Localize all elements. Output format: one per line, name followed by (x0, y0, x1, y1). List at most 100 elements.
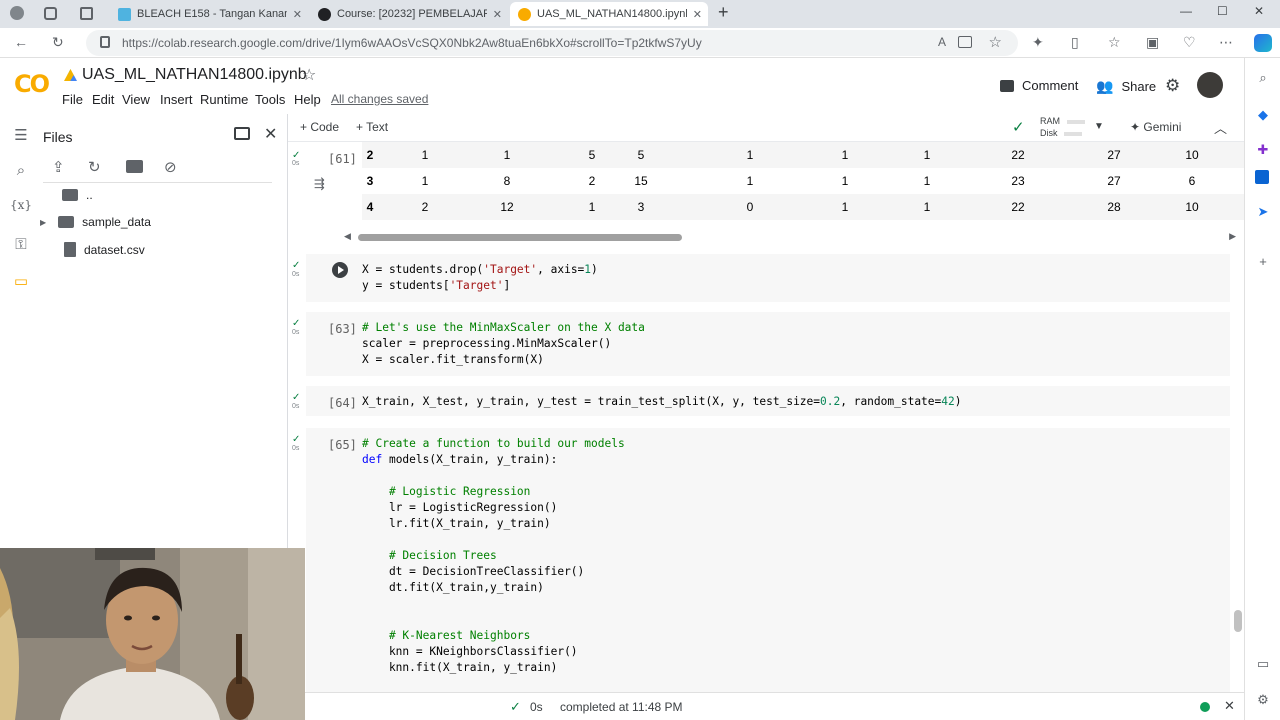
code-editor[interactable]: # Let's use the MinMaxScaler on the X da… (362, 320, 645, 368)
chevron-right-icon[interactable]: ▶ (40, 218, 46, 227)
file-tree-parent[interactable]: .. (62, 188, 93, 202)
settings-icon[interactable]: ⚙ (1165, 76, 1180, 96)
close-panel-icon[interactable]: ✕ (264, 124, 277, 144)
settings-gear-icon[interactable]: ⚙ (1255, 692, 1271, 708)
code-token: X = students.drop( (362, 263, 484, 276)
dataframe-cell: 10 (1185, 148, 1199, 162)
scroll-thumb[interactable] (358, 234, 682, 241)
menu-tools[interactable]: Tools (255, 92, 285, 107)
secrets-key-icon[interactable]: ⚿ (10, 236, 32, 258)
close-status-icon[interactable]: ✕ (1224, 698, 1235, 714)
output-cell-61[interactable]: ✓ 0s [61] ⇶ 2 1 1 5 5 1 1 1 22 27 10 3 1 8 2 15 1 1 1 23 27 6… (292, 142, 1244, 252)
shopping-tag-icon[interactable]: ◆ (1255, 107, 1271, 123)
search-icon[interactable]: ⌕ (1255, 70, 1271, 86)
comment-button[interactable]: Comment (1000, 78, 1078, 93)
app-available-icon[interactable] (958, 36, 972, 48)
maximize-icon[interactable]: ☐ (1217, 4, 1228, 18)
code-line: # Decision Trees (362, 548, 625, 564)
collections-icon[interactable]: ▣ (1146, 34, 1159, 51)
split-screen-icon[interactable]: ▯ (1071, 34, 1079, 51)
split-view-icon[interactable]: ▭ (1255, 656, 1271, 672)
table-of-contents-icon[interactable]: ☰ (10, 126, 32, 148)
file-tree-dataset[interactable]: dataset.csv (64, 242, 145, 257)
browser-essentials-icon[interactable]: ♡ (1183, 34, 1196, 51)
code-editor[interactable]: # Create a function to build our models d… (362, 436, 625, 676)
menu-runtime[interactable]: Runtime (200, 92, 248, 107)
more-menu-icon[interactable]: ⋯ (1219, 34, 1233, 51)
extensions-icon[interactable]: ✦ (1032, 34, 1044, 51)
files-folder-icon[interactable]: ▭ (10, 272, 32, 294)
code-line: # Create a function to build our models (362, 436, 625, 452)
menu-insert[interactable]: Insert (160, 92, 193, 107)
notebook-title[interactable]: UAS_ML_NATHAN14800.ipynb (82, 66, 307, 84)
menu-view[interactable]: View (122, 92, 150, 107)
colab-logo[interactable]: CO (14, 70, 50, 98)
workspaces-icon[interactable] (44, 7, 57, 20)
variables-icon[interactable]: {x} (10, 198, 32, 220)
browser-tab-course[interactable]: Course: [20232] PEMBELAJARAN ✕ (310, 2, 508, 26)
code-token: # Create a function to build our models (362, 437, 625, 450)
send-icon[interactable]: ➤ (1255, 204, 1271, 220)
code-cell[interactable]: ✓ 0s X = students.drop('Target', axis=1) y … (292, 254, 1230, 302)
hide-files-icon[interactable]: ⊘ (164, 158, 177, 176)
address-bar[interactable]: https://colab.research.google.com/drive/… (86, 30, 1018, 56)
collapse-chevron-icon[interactable]: ︿ (1214, 118, 1227, 137)
vertical-scrollbar-thumb[interactable] (1234, 610, 1242, 632)
code-cell[interactable]: ✓ 0s [63] # Let's use the MinMaxScaler on t… (292, 312, 1230, 376)
minimize-icon[interactable]: — (1180, 4, 1192, 18)
tools-icon[interactable]: ✚ (1255, 142, 1271, 158)
tab-actions-icon[interactable] (80, 7, 93, 20)
menu-help[interactable]: Help (294, 92, 321, 107)
horizontal-scrollbar[interactable]: ◀ ▶ (344, 231, 1236, 242)
profile-icon[interactable] (10, 6, 24, 20)
run-cell-button[interactable] (332, 262, 348, 278)
code-editor[interactable]: X_train, X_test, y_train, y_test = train… (362, 394, 962, 410)
menu-file[interactable]: File (62, 92, 83, 107)
upload-icon[interactable]: ⇪ (52, 158, 65, 176)
back-icon[interactable]: ← (14, 34, 28, 50)
file-tree-sample-data[interactable]: ▶ sample_data (40, 215, 151, 229)
close-tab-icon[interactable]: ✕ (693, 8, 702, 21)
code-token: ] (503, 279, 511, 292)
copilot-icon[interactable] (1254, 34, 1272, 52)
new-tab-button[interactable]: + (718, 2, 729, 23)
add-code-button[interactable]: + Code (300, 120, 339, 134)
code-token: def (362, 453, 383, 466)
resource-monitor[interactable]: RAM Disk (1040, 115, 1085, 139)
close-window-icon[interactable]: ✕ (1254, 4, 1264, 18)
close-tab-icon[interactable]: ✕ (493, 8, 502, 21)
close-tab-icon[interactable]: ✕ (293, 8, 302, 21)
add-app-icon[interactable]: + (1255, 254, 1271, 270)
resources-dropdown-icon[interactable]: ▼ (1094, 121, 1104, 132)
menu-edit[interactable]: Edit (92, 92, 114, 107)
outlook-icon[interactable] (1255, 170, 1269, 184)
add-text-button[interactable]: + Text (356, 120, 388, 134)
mount-drive-icon[interactable] (126, 160, 143, 173)
output-actions-icon[interactable]: ⇶ (314, 176, 325, 192)
code-cell[interactable]: ✓ 0s [64] X_train, X_test, y_train, y_test … (292, 386, 1230, 416)
save-status[interactable]: All changes saved (331, 92, 428, 106)
search-icon[interactable]: ⌕ (10, 162, 32, 184)
code-editor[interactable]: X = students.drop('Target', axis=1) y = s… (362, 262, 598, 294)
code-line: y = students['Target'] (362, 278, 598, 294)
share-button[interactable]: 👥 Share (1096, 78, 1156, 95)
read-aloud-icon[interactable]: A (938, 35, 946, 49)
favorites-icon[interactable]: ☆ (1108, 34, 1121, 51)
dataframe-cell: 27 (1107, 148, 1121, 162)
site-info-icon[interactable] (100, 36, 110, 48)
reload-icon[interactable]: ↻ (52, 34, 64, 51)
code-cell[interactable]: ✓ 0s [65] # Create a function to build our … (292, 428, 1230, 692)
code-token: # K-Nearest Neighbors (388, 629, 531, 642)
browser-tab-colab[interactable]: UAS_ML_NATHAN14800.ipynb - ✕ (510, 2, 708, 26)
avatar[interactable] (1197, 72, 1223, 98)
scroll-left-icon[interactable]: ◀ (344, 231, 351, 242)
code-line: scaler = preprocessing.MinMaxScaler() (362, 336, 645, 352)
star-icon[interactable]: ☆ (302, 65, 316, 85)
open-in-tab-icon[interactable] (234, 127, 250, 140)
favorite-star-icon[interactable]: ☆ (989, 33, 1002, 51)
gemini-button[interactable]: ✦ Gemini (1130, 120, 1181, 134)
scroll-right-icon[interactable]: ▶ (1229, 231, 1236, 242)
refresh-icon[interactable]: ↻ (88, 158, 101, 176)
browser-tab-bleach[interactable]: BLEACH E158 - Tangan Kanan Ra ✕ (110, 2, 308, 26)
